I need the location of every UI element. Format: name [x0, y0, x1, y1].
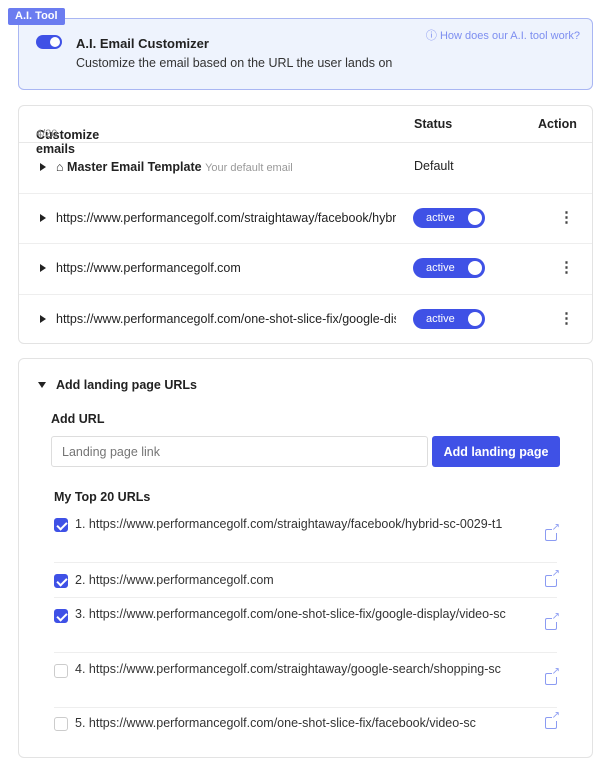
ai-customizer-description: Customize the email based on the URL the…: [76, 56, 393, 70]
ai-tool-badge: A.I. Tool: [8, 8, 65, 25]
table-row[interactable]: https://www.performancegolf.com active ⋮: [19, 244, 592, 295]
status-toggle[interactable]: active: [413, 207, 485, 228]
url-checkbox[interactable]: [54, 664, 68, 678]
url-checkbox[interactable]: [54, 518, 68, 532]
list-item: 5. https://www.performancegolf.com/one-s…: [54, 708, 560, 748]
url-checkbox[interactable]: [54, 609, 68, 623]
list-item: 1. https://www.performancegolf.com/strai…: [54, 514, 560, 563]
table-row[interactable]: https://www.performancegolf.com/one-shot…: [19, 295, 592, 346]
external-link-icon[interactable]: [545, 612, 560, 630]
question-circle-icon: ⓘ: [425, 30, 437, 42]
add-url-label: Add URL: [51, 412, 105, 426]
list-item: 3. https://www.performancegolf.com/one-s…: [54, 598, 560, 653]
external-link-icon[interactable]: [545, 569, 560, 587]
url-checkbox[interactable]: [54, 574, 68, 588]
status-toggle[interactable]: active: [413, 258, 485, 278]
url-checkbox[interactable]: [54, 717, 68, 731]
row-url: https://www.performancegolf.com/straight…: [56, 210, 396, 225]
table-header: Customize emails 4/20 Status Action: [19, 106, 592, 156]
list-item: 4. https://www.performancegolf.com/strai…: [54, 653, 560, 708]
landing-page-input[interactable]: [51, 436, 428, 467]
top-urls-title: My Top 20 URLs: [54, 490, 151, 504]
ai-customizer-panel: A.I. Email Customizer Customize the emai…: [18, 18, 593, 90]
external-link-icon[interactable]: [545, 667, 560, 685]
expand-icon[interactable]: [40, 314, 46, 323]
expand-icon[interactable]: [40, 213, 46, 222]
add-landing-pages-panel: Add landing page URLs Add URL Add landin…: [18, 358, 593, 758]
table-row[interactable]: https://www.performancegolf.com/straight…: [19, 194, 592, 244]
more-options-icon[interactable]: ⋮: [559, 309, 574, 327]
external-link-icon[interactable]: [545, 523, 560, 541]
help-link-label: How does our A.I. tool work?: [439, 30, 580, 42]
ai-customizer-title: A.I. Email Customizer: [76, 36, 209, 51]
list-item: 2. https://www.performancegolf.com: [54, 563, 560, 598]
master-template-note: Your default email: [205, 162, 293, 174]
expand-icon[interactable]: [40, 163, 46, 171]
section-title[interactable]: Add landing page URLs: [56, 378, 197, 392]
external-link-icon[interactable]: [545, 711, 560, 729]
url-text: 5. https://www.performancegolf.com/one-s…: [75, 716, 476, 730]
collapse-icon[interactable]: [38, 382, 46, 388]
url-text: 1. https://www.performancegolf.com/strai…: [75, 517, 503, 531]
row-url: https://www.performancegolf.com/one-shot…: [56, 311, 396, 326]
ai-customizer-toggle[interactable]: [36, 35, 62, 49]
url-text: 2. https://www.performancegolf.com: [75, 573, 274, 587]
email-count: 4/20: [36, 128, 58, 140]
url-text: 3. https://www.performancegolf.com/one-s…: [75, 607, 506, 621]
home-icon: ⌂: [56, 160, 64, 174]
add-landing-page-button[interactable]: Add landing page: [432, 436, 560, 467]
help-link[interactable]: ⓘ How does our A.I. tool work?: [426, 27, 580, 43]
status-text: Default: [414, 159, 454, 173]
master-template-name: Master Email Template: [67, 160, 202, 174]
row-url: https://www.performancegolf.com: [56, 261, 241, 275]
expand-icon[interactable]: [40, 264, 46, 272]
more-options-icon[interactable]: ⋮: [559, 208, 574, 226]
status-header: Status: [414, 117, 453, 131]
more-options-icon[interactable]: ⋮: [559, 258, 574, 276]
action-header: Action: [538, 117, 577, 131]
customize-emails-table: Customize emails 4/20 Status Action ⌂ Ma…: [18, 105, 593, 344]
url-text: 4. https://www.performancegolf.com/strai…: [75, 662, 501, 676]
status-toggle[interactable]: active: [413, 308, 485, 329]
table-row-master[interactable]: ⌂ Master Email Template Your default ema…: [19, 143, 592, 194]
